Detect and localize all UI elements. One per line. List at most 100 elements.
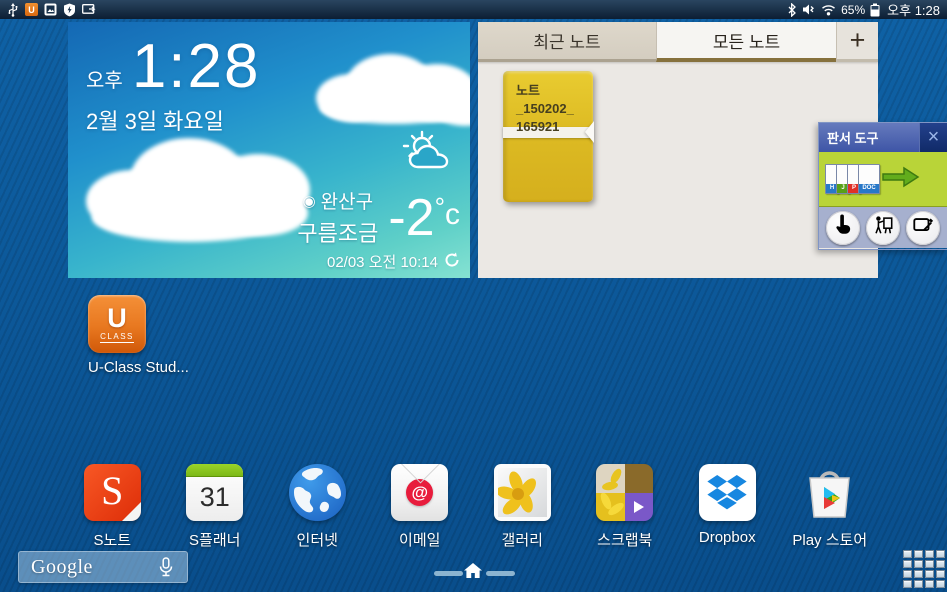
close-icon[interactable]: × bbox=[919, 123, 947, 152]
temp-value: -2 bbox=[388, 192, 434, 244]
apps-grid-cell bbox=[936, 550, 945, 558]
dock-item-email[interactable]: @ 이메일 bbox=[369, 464, 472, 550]
apps-grid-cell bbox=[903, 550, 912, 558]
page-indicator-right[interactable] bbox=[486, 571, 515, 576]
dock-label: S플래너 bbox=[189, 529, 240, 550]
snote-letter: S bbox=[101, 471, 123, 511]
uclass-app-icon: U CLASS bbox=[88, 295, 146, 353]
mute-vibrate-icon bbox=[802, 3, 816, 16]
apps-grid-cell bbox=[903, 580, 912, 588]
apps-grid-cell bbox=[936, 580, 945, 588]
apps-grid-cell bbox=[914, 570, 923, 578]
apps-grid-cell bbox=[914, 580, 923, 588]
weather-condition: 구름조금 bbox=[297, 216, 378, 248]
panel-toolbar bbox=[819, 207, 947, 248]
app-dock: S S노트 31 S플래너 인터넷 @ 이메일 bbox=[61, 464, 881, 550]
uclass-letter: U bbox=[107, 305, 127, 332]
weather-updated: 02/03 오전 10:14 bbox=[327, 251, 438, 272]
cloud bbox=[216, 190, 308, 236]
panel-titlebar[interactable]: 판서 도구 × bbox=[819, 123, 947, 152]
dock-item-splanner[interactable]: 31 S플래너 bbox=[164, 464, 267, 550]
shortcut-label: U-Class Stud... bbox=[88, 359, 146, 376]
battery-icon bbox=[870, 3, 880, 17]
apps-grid-cell bbox=[925, 550, 934, 558]
smart-view-icon bbox=[82, 3, 97, 16]
weather-info: ◉ 완산구 구름조금 -2 ° c 02/03 오전 10:14 bbox=[297, 187, 460, 272]
dock-label: Dropbox bbox=[699, 529, 756, 546]
screen-write-tool-button[interactable] bbox=[906, 211, 940, 245]
touch-tool-button[interactable] bbox=[826, 211, 860, 245]
status-clock: 오후 1:28 bbox=[887, 0, 940, 19]
status-bar-left: U bbox=[7, 3, 97, 17]
email-app-icon: @ bbox=[391, 464, 448, 521]
envelope-flap bbox=[391, 464, 448, 486]
shortcut-uclass[interactable]: U CLASS U-Class Stud... bbox=[88, 295, 146, 376]
weather-location: 완산구 bbox=[321, 187, 373, 214]
flower-graphic bbox=[498, 468, 547, 517]
snote-app-icon: S bbox=[84, 464, 141, 521]
google-search-widget[interactable]: Google bbox=[18, 551, 188, 583]
tab-all-notes[interactable]: 모든 노트 bbox=[656, 22, 836, 62]
page-indicator-left[interactable] bbox=[434, 571, 463, 576]
snote-tabbar: 최근 노트 모든 노트 + bbox=[478, 22, 878, 62]
add-note-button[interactable]: + bbox=[836, 22, 878, 62]
apps-grid-cell bbox=[936, 560, 945, 568]
uclass-status-icon: U bbox=[25, 3, 38, 16]
dropbox-app-icon bbox=[699, 464, 756, 521]
scrap-cell bbox=[625, 464, 654, 493]
dock-item-gallery[interactable]: 갤러리 bbox=[471, 464, 574, 550]
location-icon: ◉ bbox=[303, 192, 316, 210]
apps-grid-cell bbox=[903, 560, 912, 568]
cloud bbox=[320, 92, 470, 124]
dock-item-snote[interactable]: S S노트 bbox=[61, 464, 164, 550]
wifi-icon bbox=[821, 4, 836, 16]
dock-label: 스크랩북 bbox=[597, 529, 652, 550]
microphone-icon[interactable] bbox=[158, 557, 174, 577]
calendar-strip bbox=[186, 464, 243, 477]
play-triangle bbox=[634, 501, 644, 513]
scrap-cell bbox=[596, 493, 625, 522]
dock-label: 갤러리 bbox=[502, 529, 543, 550]
gallery-app-icon bbox=[494, 464, 551, 521]
screen-write-icon bbox=[912, 214, 934, 241]
splanner-app-icon: 31 bbox=[186, 464, 243, 521]
apps-button[interactable] bbox=[903, 550, 945, 588]
refresh-icon[interactable] bbox=[444, 252, 460, 272]
bluetooth-icon bbox=[787, 3, 797, 17]
dock-item-internet[interactable]: 인터넷 bbox=[266, 464, 369, 550]
apps-grid-cell bbox=[903, 570, 912, 578]
shield-icon bbox=[63, 3, 76, 17]
note-item[interactable]: 노트_150202_ 165921 bbox=[503, 71, 593, 202]
status-bar[interactable]: U 65% 오후 1:28 bbox=[0, 0, 947, 19]
presenter-tool-button[interactable] bbox=[866, 211, 900, 245]
temp-unit: c bbox=[445, 200, 460, 230]
document-export-button[interactable]: H J P DOC bbox=[819, 152, 947, 207]
dock-item-playstore[interactable]: Play 스토어 bbox=[779, 464, 882, 550]
presenter-icon bbox=[872, 214, 894, 241]
touch-hand-icon bbox=[832, 214, 854, 241]
dock-label: 인터넷 bbox=[297, 529, 338, 550]
battery-percent: 65% bbox=[841, 3, 865, 17]
note-title: 노트_150202_ 165921 bbox=[516, 82, 593, 137]
writing-tools-panel: 판서 도구 × H J P DOC bbox=[818, 122, 947, 250]
dock-item-scrapbook[interactable]: 스크랩북 bbox=[574, 464, 677, 550]
dock-label: S노트 bbox=[93, 529, 131, 550]
tab-recent-notes[interactable]: 최근 노트 bbox=[478, 22, 656, 62]
scrap-cell bbox=[625, 493, 654, 522]
clock-date: 2월 3일 화요일 bbox=[86, 104, 260, 136]
internet-globe-icon bbox=[289, 464, 346, 521]
file-formats-icon: H J P DOC bbox=[825, 164, 877, 194]
scrapbook-app-icon bbox=[596, 464, 653, 521]
clock-ampm: 오후 bbox=[86, 64, 123, 93]
weather-temperature: -2 ° c bbox=[388, 192, 460, 244]
dock-label: 이메일 bbox=[399, 529, 440, 550]
file-badge: DOC bbox=[859, 184, 879, 193]
apps-grid-cell bbox=[914, 560, 923, 568]
weather-clock-widget[interactable]: 오후 1:28 2월 3일 화요일 ◉완산구 구름조금 -2 ° c bbox=[68, 22, 470, 278]
note-title-line1: 노트_150202_ bbox=[516, 82, 593, 118]
snote-fold-corner bbox=[122, 502, 141, 521]
apps-grid-cell bbox=[925, 570, 934, 578]
home-page-icon[interactable] bbox=[464, 563, 482, 584]
dock-label: Play 스토어 bbox=[792, 529, 867, 550]
dock-item-dropbox[interactable]: Dropbox bbox=[676, 464, 779, 550]
